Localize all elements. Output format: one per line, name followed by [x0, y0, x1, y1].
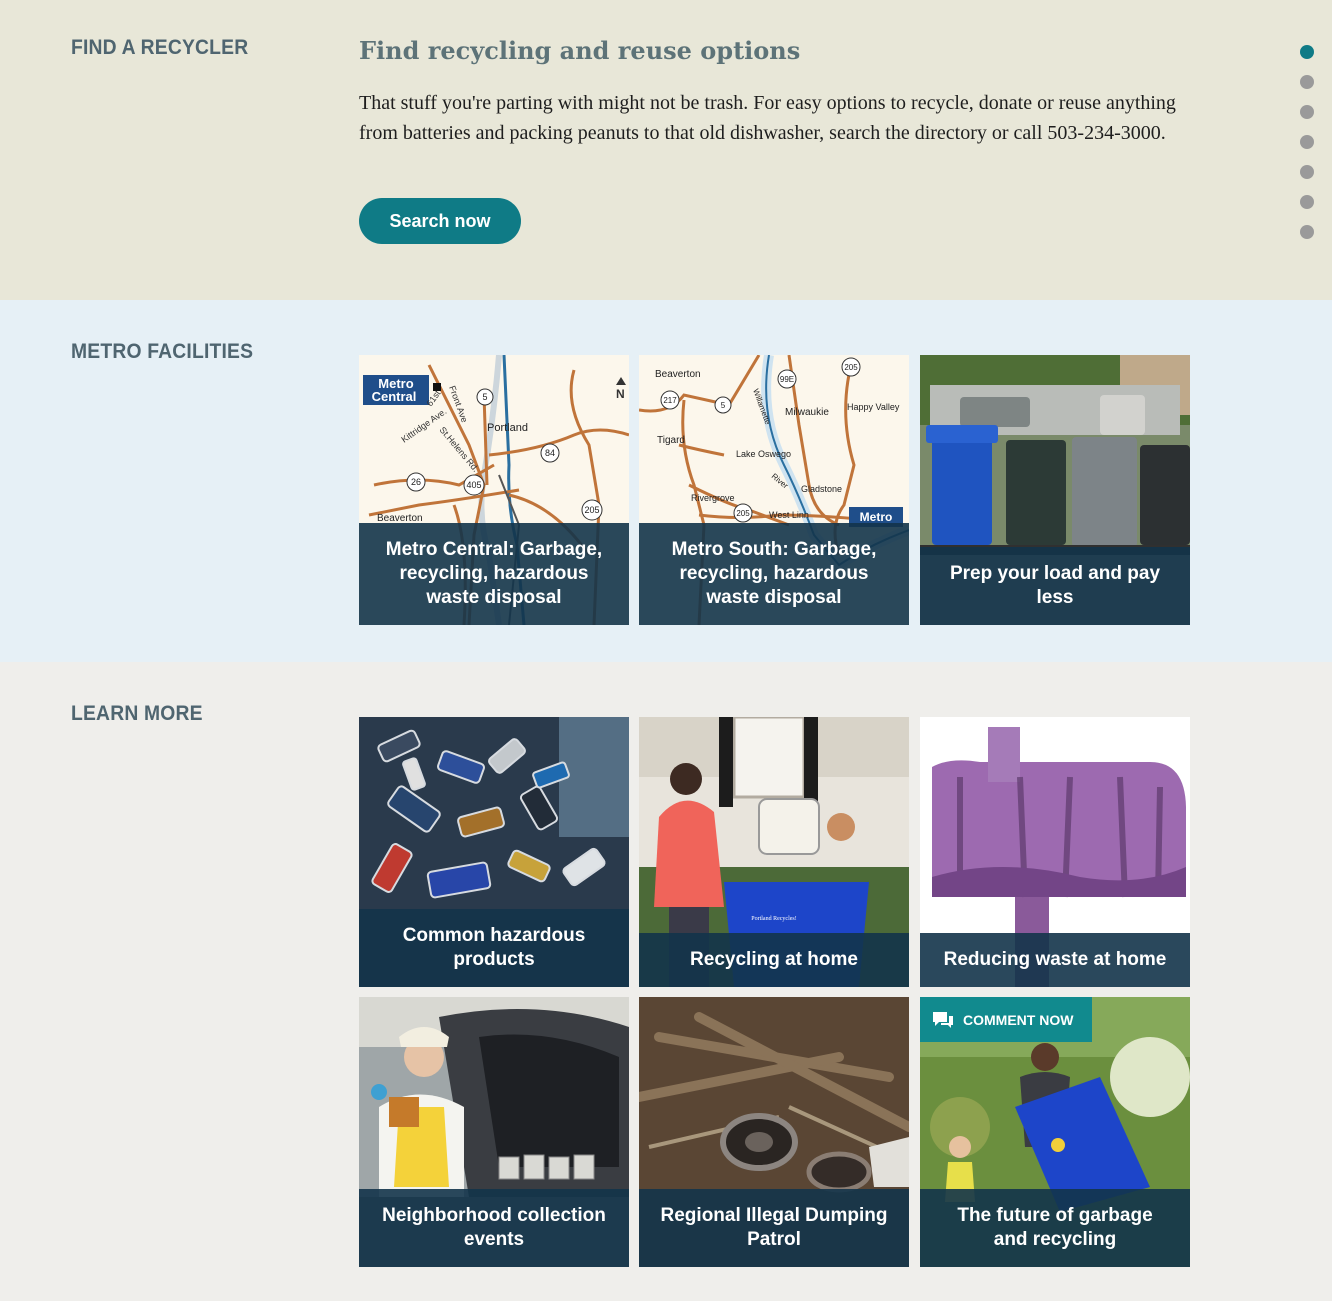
card-reducing-waste-at-home[interactable]: Reducing waste at home	[920, 717, 1190, 987]
card-recycling-at-home[interactable]: Portland Recycles! Recycling at home	[639, 717, 909, 987]
card-prep-your-load[interactable]: Prep your load and pay less	[920, 355, 1190, 625]
page-dot-3[interactable]	[1300, 105, 1314, 119]
card-reducing-waste-at-home-caption: Reducing waste at home	[920, 933, 1190, 987]
card-metro-south[interactable]: Beaverton Tigard Milwaukie Happy Valley …	[639, 355, 909, 625]
map-shield-i5: 5	[482, 392, 487, 402]
section-label-metro-facilities: METRO FACILITIES	[71, 340, 254, 363]
page-dot-2[interactable]	[1300, 75, 1314, 89]
card-common-hazardous-products[interactable]: Common hazardous products	[359, 717, 629, 987]
card-illegal-dumping-patrol-caption: Regional Illegal Dumping Patrol	[639, 1189, 909, 1267]
card-metro-south-caption: Metro South: Garbage, recycling, hazardo…	[639, 523, 909, 625]
card-metro-central-caption: Metro Central: Garbage, recycling, hazar…	[359, 523, 629, 625]
map-metro-south-badge: Metro	[860, 510, 893, 524]
map-shield-i205: 205	[584, 505, 599, 515]
map-label-tigard: Tigard	[657, 435, 685, 446]
page-dot-4[interactable]	[1300, 135, 1314, 149]
card-illegal-dumping-patrol[interactable]: Regional Illegal Dumping Patrol	[639, 997, 909, 1267]
page-dot-6[interactable]	[1300, 195, 1314, 209]
section-label-learn-more: LEARN MORE	[71, 702, 203, 725]
search-now-button[interactable]: Search now	[359, 198, 521, 244]
map-label-lake-oswego: Lake Oswego	[736, 449, 791, 459]
map-north-arrow: N	[616, 387, 625, 401]
map-shield-i405: 405	[466, 480, 481, 490]
map-label-gladstone: Gladstone	[801, 484, 842, 494]
map-shield-217: 217	[663, 396, 677, 405]
map-label-portland: Portland	[487, 422, 528, 434]
bin-portland-recycles-text: Portland Recycles!	[751, 916, 797, 922]
card-future-of-garbage-and-recycling[interactable]: COMMENT NOW The future of garbage and re…	[920, 997, 1190, 1267]
comment-now-badge[interactable]: COMMENT NOW	[920, 997, 1092, 1042]
comment-now-label: COMMENT NOW	[963, 1011, 1074, 1028]
card-future-of-garbage-caption: The future of garbage and recycling	[920, 1189, 1190, 1267]
map-label-west-linn: West Linn	[769, 510, 809, 520]
find-recycler-section: FIND A RECYCLER Find recycling and reuse…	[0, 0, 1332, 300]
metro-facilities-section: METRO FACILITIES Metro Central Front Ave…	[0, 300, 1332, 662]
page-dot-7[interactable]	[1300, 225, 1314, 239]
learn-more-section: LEARN MORE Common hazardous products Por…	[0, 662, 1332, 1301]
page-dot-5[interactable]	[1300, 165, 1314, 179]
card-common-hazardous-products-caption: Common hazardous products	[359, 909, 629, 987]
card-neighborhood-collection-events-caption: Neighborhood collection events	[359, 1189, 629, 1267]
find-recycling-headline: Find recycling and reuse options	[359, 36, 801, 65]
map-label-milwaukie: Milwaukie	[785, 407, 829, 418]
map-shield-i205-north: 205	[844, 363, 858, 372]
map-label-happy-valley: Happy Valley	[847, 402, 900, 412]
map-shield-i5-south: 5	[721, 401, 726, 410]
map-label-rivergrove: Rivergrove	[691, 493, 735, 503]
map-label-beaverton-south: Beaverton	[655, 369, 701, 380]
intro-paragraph: That stuff you're parting with might not…	[359, 92, 1176, 144]
map-shield-r26: 26	[411, 477, 421, 487]
card-neighborhood-collection-events[interactable]: Neighborhood collection events	[359, 997, 629, 1267]
card-recycling-at-home-caption: Recycling at home	[639, 933, 909, 987]
card-metro-central[interactable]: Metro Central Front Ave 61st Kittridge A…	[359, 355, 629, 625]
map-shield-i205-south: 205	[736, 509, 750, 518]
section-label-find-recycler: FIND A RECYCLER	[71, 36, 249, 59]
card-prep-your-load-caption: Prep your load and pay less	[920, 547, 1190, 625]
map-metro-central-badge-line2: Central	[372, 389, 417, 404]
comment-bubble-icon	[933, 1011, 953, 1028]
page-dot-1[interactable]	[1300, 45, 1314, 59]
map-shield-i84: 84	[545, 448, 555, 458]
map-shield-99e: 99E	[780, 375, 794, 384]
